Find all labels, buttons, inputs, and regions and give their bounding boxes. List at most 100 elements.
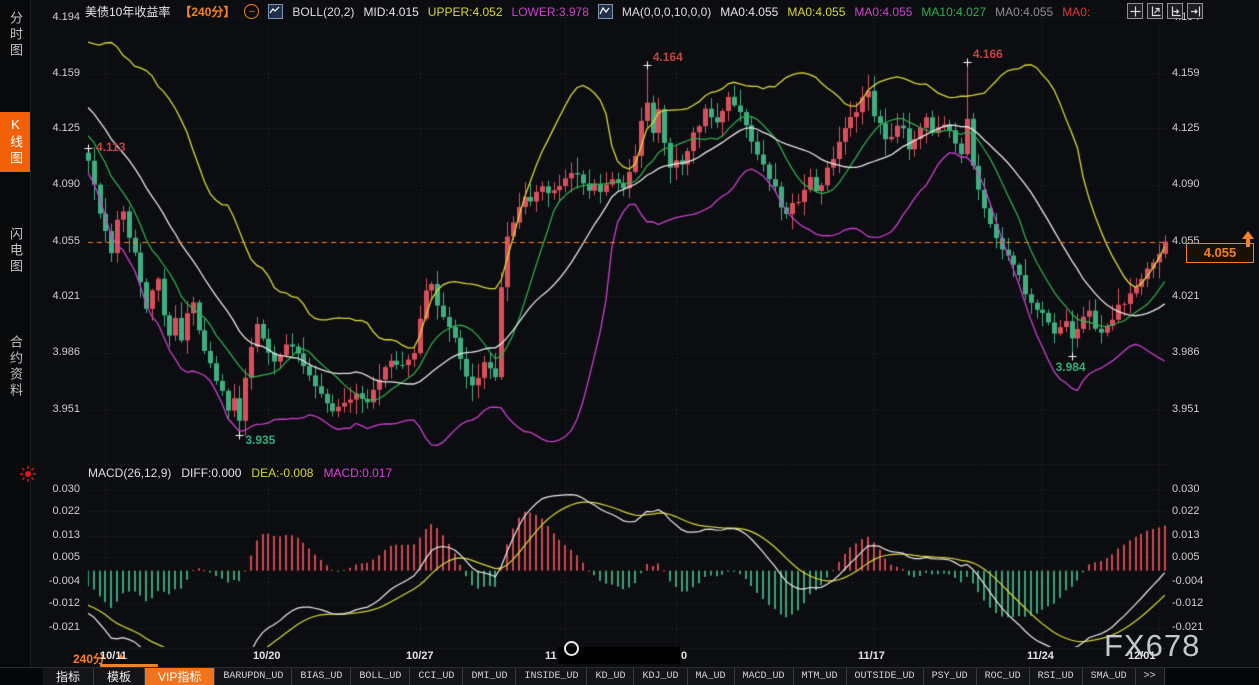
toolbar-item-cci_ud[interactable]: CCI_UD [410,668,463,685]
price-axis-label-r-1: 4.159 [1172,67,1200,79]
extreme-price-label-2: 4.166 [973,47,1003,61]
toolbar-item-barupdn_ud[interactable]: BARUPDN_UD [215,668,292,685]
macd-label: MACD(26,12,9) [88,466,171,480]
date-label-0: 10/11 [100,650,127,662]
ma-value-0: MA0:4.055 [720,5,778,19]
price-axis-label-r-5: 4.021 [1172,290,1200,302]
toolbar-item-mtm_ud[interactable]: MTM_UD [794,668,847,685]
toolbar-item-vip[interactable]: VIP指标 [145,668,215,685]
ma-value-3: MA10:4.027 [921,5,986,19]
price-axis-label-l-6: 3.986 [38,346,80,358]
date-label-1: 10/20 [253,650,281,662]
toolbar-item-kd_ud[interactable]: KD_UD [587,668,634,685]
date-label-3: 11 [545,650,557,662]
instrument-title: 美债10年收益率 [85,3,170,20]
macd-axis-label-l-2: 0.013 [38,529,80,541]
macd-axis-label-r-2: 0.013 [1172,529,1200,541]
price-axis-label-l-5: 4.021 [38,290,80,302]
chart-canvas[interactable] [0,0,1259,685]
extreme-price-label-1: 4.164 [653,50,683,64]
macd-axis-label-r-4: -0.004 [1172,575,1203,587]
macd-axis-label-l-3: 0.005 [38,551,80,563]
period-badge[interactable]: 【240分】 [179,3,235,20]
price-axis-label-r-6: 3.986 [1172,346,1200,358]
toolbar-item-boll_ud[interactable]: BOLL_UD [351,668,410,685]
sidebar-tab-2[interactable]: 闪电图 [0,222,30,280]
macd-legend: MACD(26,12,9) DIFF:0.000 DEA:-0.008 MACD… [88,466,392,480]
toolbar-item-macd_ud[interactable]: MACD_UD [735,668,794,685]
shift-right-icon[interactable] [1187,3,1203,19]
macd-axis-label-l-0: 0.030 [38,483,80,495]
toolbar-corner-spacer [0,668,43,685]
sidebar-tab-0[interactable]: 分时图 [0,6,30,64]
macd-dea-value: DEA:-0.008 [251,466,313,480]
ma-values: MA0:4.055 MA0:4.055 MA0:4.055 MA10:4.027 MA0… [720,5,1090,19]
price-axis-label-r-7: 3.951 [1172,403,1200,415]
extreme-price-label-3: 3.935 [245,433,275,447]
toolbar-item->>[interactable]: >> [1136,668,1165,685]
macd-axis-label-r-3: 0.005 [1172,551,1200,563]
macd-hist-value: MACD:0.017 [323,466,392,480]
toolbar-item-[interactable]: 指标 [43,668,94,685]
date-label-2: 10/27 [406,650,434,662]
ma-value-5: MA0: [1062,5,1090,19]
pan-cross-icon[interactable] [1127,3,1143,19]
extreme-price-label-0: 4.113 [96,140,125,154]
macd-axis-label-l-6: -0.021 [38,621,80,633]
boll-indicator-icon [268,4,283,19]
toolbar-item-rsi_ud[interactable]: RSI_UD [1030,668,1083,685]
macd-axis-label-l-4: -0.004 [38,575,80,587]
alert-burst-icon[interactable] [20,466,36,487]
chart-tool-buttons [1127,3,1203,19]
ma-value-4: MA0:4.055 [995,5,1053,19]
latest-price-marker-icon[interactable] [1240,230,1256,253]
price-axis-label-l-0: 4.194 [38,11,80,23]
toolbar-item-kdj_ud[interactable]: KDJ_UD [634,668,687,685]
price-axis-label-l-3: 4.090 [38,178,80,190]
macd-axis-label-l-5: -0.012 [38,597,80,609]
ma-label: MA(0,0,0,10,0,0) [622,5,711,19]
toolbar-item-roc_ud[interactable]: ROC_UD [977,668,1030,685]
axis-cursor-marker [564,641,579,656]
date-label-5: 11/17 [858,650,885,662]
sidebar-tab-3[interactable]: 合约资料 [0,330,30,404]
price-axis-label-l-2: 4.125 [38,122,80,134]
ma-indicator-icon [598,4,613,19]
boll-lower-value: LOWER:3.978 [512,5,589,19]
toolbar-item-[interactable]: 模板 [94,668,145,685]
sidebar-tab-1[interactable]: K线图 [0,112,30,172]
extreme-price-label-4: 3.984 [1056,360,1086,374]
toolbar-item-dmi_ud[interactable]: DMI_UD [463,668,516,685]
collapse-icon[interactable]: – [244,4,259,19]
toolbar-item-outside_ud[interactable]: OUTSIDE_UD [847,668,924,685]
boll-mid-value: MID:4.015 [363,5,418,19]
toolbar-item-inside_ud[interactable]: INSIDE_UD [516,668,587,685]
price-axis-label-r-2: 4.125 [1172,122,1200,134]
toolbar-filler [1165,668,1259,685]
price-axis-label-l-4: 4.055 [38,235,80,247]
macd-diff-value: DIFF:0.000 [181,466,241,480]
ma-value-2: MA0:4.055 [854,5,912,19]
date-label-6: 11/24 [1027,650,1054,662]
ma-value-1: MA0:4.055 [787,5,845,19]
chart-type-sidebar: 分时图 K线图闪电图合约资料 [0,0,31,668]
price-axis-label-l-7: 3.951 [38,403,80,415]
toolbar-item-psy_ud[interactable]: PSY_UD [924,668,977,685]
indicator-toolbar: 指标模板VIP指标BARUPDN_UDBIAS_UDBOLL_UDCCI_UDD… [0,667,1259,685]
date-label-4: 0 [681,650,687,662]
macd-axis-label-r-1: 0.022 [1172,505,1200,517]
boll-label: BOLL(20,2) [292,5,354,19]
macd-axis-label-r-5: -0.012 [1172,597,1203,609]
scale-y-axis-icon[interactable] [1147,3,1163,19]
macd-axis-label-l-1: 0.022 [38,505,80,517]
boll-upper-value: UPPER:4.052 [428,5,503,19]
watermark: FX678 [1104,628,1200,664]
scale-x-axis-icon[interactable] [1167,3,1183,19]
price-axis-label-r-3: 4.090 [1172,178,1200,190]
toolbar-item-sma_ud[interactable]: SMA_UD [1083,668,1136,685]
toolbar-item-ma_ud[interactable]: MA_UD [688,668,735,685]
price-axis-label-l-1: 4.159 [38,67,80,79]
macd-axis-label-r-0: 0.030 [1172,483,1200,495]
toolbar-item-bias_ud[interactable]: BIAS_UD [292,668,351,685]
chart-legend-bar: 美债10年收益率 【240分】 – BOLL(20,2) MID:4.015 U… [85,3,1090,20]
